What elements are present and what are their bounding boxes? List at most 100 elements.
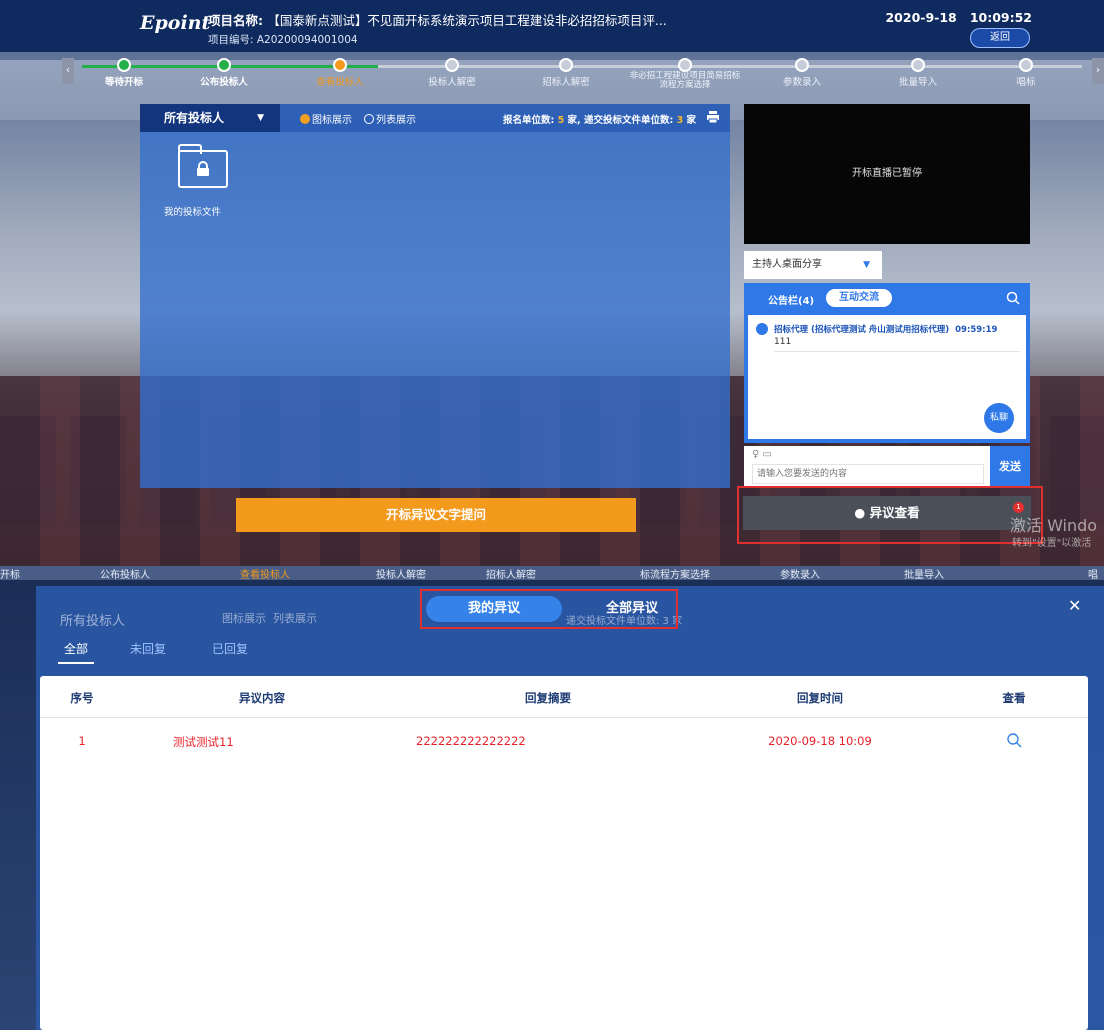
step-label: 公布投标人 [200, 77, 248, 88]
share-select[interactable]: 主持人桌面分享 ▼ [744, 251, 882, 279]
windows-activation-hint: 转到"设置"以激活 [1012, 538, 1092, 549]
project-name-label: 项目名称: [208, 13, 263, 28]
clock-time: 10:09:52 [969, 10, 1032, 25]
strip-label: 参数录入 [780, 570, 820, 581]
bid-file-label[interactable]: 我的投标文件 [164, 204, 221, 218]
bidder-toolbar: 所有投标人 ▼ 图标展示 列表展示 报名单位数: 5 家, 递交投标文件单位数:… [140, 104, 730, 132]
step-0[interactable]: 等待开标 [74, 56, 174, 88]
chat-input-area: ♀ ▭ [744, 446, 990, 488]
print-icon[interactable] [706, 110, 720, 124]
view-list-label: 列表展示 [376, 115, 416, 126]
message-divider [774, 351, 1020, 352]
input-tools: ♀ ▭ [752, 449, 772, 460]
bg-view-options: 图标展示 列表展示 [222, 610, 317, 626]
objection-question-button[interactable]: 开标异议文字提问 [236, 498, 636, 532]
toggle-my-objections[interactable]: 我的异议 [426, 596, 562, 622]
step-6[interactable]: 参数录入 [752, 56, 852, 88]
mic-icon[interactable]: ♀ [752, 449, 759, 460]
cell-reply-time: 2020-09-18 10:09 [768, 734, 872, 748]
count-mid: 家, 递交投标文件单位数: [564, 115, 677, 126]
col-header: 回复摘要 [525, 691, 571, 705]
bg-bidder-select: 所有投标人 [60, 614, 126, 629]
step-7[interactable]: 批量导入 [868, 56, 968, 88]
bidder-select-value: 所有投标人 [164, 111, 225, 125]
live-status-text: 开标直播已暂停 [852, 168, 922, 179]
step-3[interactable]: 投标人解密 [402, 56, 502, 88]
strip-label: 公布投标人 [100, 570, 150, 581]
step-5[interactable]: 非必招工程建设项目简易招标流程方案选择 [626, 56, 744, 90]
bidder-select[interactable]: 所有投标人 ▼ [140, 104, 280, 132]
col-header: 回复时间 [797, 691, 843, 705]
col-header: 序号 [70, 691, 94, 705]
folder-icon[interactable]: ▭ [763, 449, 772, 460]
message-sender: 招标代理 (招标代理测试 舟山测试用招标代理) [774, 325, 950, 335]
close-icon[interactable]: ✕ [1068, 596, 1081, 615]
radio-checked-icon [300, 114, 310, 124]
view-mode-list-option[interactable]: 列表展示 [364, 111, 416, 126]
cell-no: 1 [78, 734, 86, 748]
step-label: 参数录入 [782, 77, 821, 88]
bidder-counts: 报名单位数: 5 家, 递交投标文件单位数: 3 家 [503, 112, 696, 126]
chat-panel: 公告栏(4) 互动交流 招标代理 (招标代理测试 舟山测试用招标代理) 09:5… [744, 283, 1030, 443]
toggle-all-objections[interactable]: 全部异议 [592, 596, 672, 622]
count-suffix: 家 [683, 115, 696, 126]
tab-replied[interactable]: 已回复 [212, 640, 248, 657]
chat-messages: 招标代理 (招标代理测试 舟山测试用招标代理) 09:59:19 111 私聊 [748, 315, 1026, 439]
view-icon-label: 图标展示 [312, 115, 352, 126]
caret-down-icon: ▼ [863, 260, 870, 270]
step-label: 招标人解密 [542, 77, 590, 88]
view-objection-button[interactable]: ● 异议查看 [743, 496, 1031, 530]
bg-view-icon-label: 图标展示 [222, 612, 266, 625]
step-dot-icon [795, 58, 809, 72]
send-button[interactable]: 发送 [990, 446, 1030, 488]
step-label: 投标人解密 [428, 77, 476, 88]
project-name: 项目名称: 【国泰新点测试】不见面开标系统演示项目工程建设非必招招标项目评... [208, 10, 667, 29]
strip-label: 投标人解密 [376, 570, 426, 581]
step-dot-icon [1019, 58, 1033, 72]
view-mode-icon-option[interactable]: 图标展示 [300, 111, 352, 126]
process-steps: ‹ 等待开标 公布投标人 查看投标人 投标人解密 招标人解密 非必招工程建设项目… [62, 56, 1104, 92]
strip-label: 唱 [1088, 570, 1098, 581]
step-2[interactable]: 查看投标人 [290, 56, 390, 88]
step-1[interactable]: 公布投标人 [174, 56, 274, 88]
step-label: 非必招工程建设项目简易招标流程方案选择 [629, 71, 741, 90]
back-button[interactable]: 返回 [970, 28, 1030, 48]
radio-unchecked-icon [364, 114, 374, 124]
message-header: 招标代理 (招标代理测试 舟山测试用招标代理) 09:59:19 [774, 323, 997, 335]
strip-label: 批量导入 [904, 570, 944, 581]
lock-icon [197, 161, 209, 176]
step-label: 等待开标 [104, 77, 143, 88]
objection-table: 序号 异议内容 回复摘要 回复时间 查看 1 测试测试11 2222222222… [40, 676, 1088, 1030]
private-chat-button[interactable]: 私聊 [984, 403, 1014, 433]
count-prefix: 报名单位数: [502, 115, 558, 126]
chat-tabs: 公告栏(4) 互动交流 [744, 283, 1030, 313]
table-header: 序号 异议内容 回复摘要 回复时间 查看 [40, 676, 1088, 718]
clock-date: 2020-9-18 [885, 10, 957, 25]
step-dot-icon [911, 58, 925, 72]
tab-unreplied[interactable]: 未回复 [130, 640, 166, 657]
top-header: Epoint 项目名称: 【国泰新点测试】不见面开标系统演示项目工程建设非必招招… [0, 0, 1104, 52]
windows-activation-watermark: 激活 Windo [1010, 516, 1098, 535]
step-8[interactable]: 唱标 [976, 56, 1076, 88]
col-header: 异议内容 [239, 691, 285, 705]
bid-file-folder-icon[interactable] [178, 144, 228, 188]
step-4[interactable]: 招标人解密 [516, 56, 616, 88]
tab-all[interactable]: 全部 [57, 640, 95, 664]
bg-view-list-label: 列表展示 [273, 612, 317, 625]
clock: 2020-9-18 10:09:52 [885, 10, 1032, 25]
tab-exchange[interactable]: 互动交流 [826, 289, 892, 307]
step-label: 查看投标人 [316, 77, 364, 88]
search-icon[interactable] [1006, 291, 1020, 305]
chat-input[interactable] [752, 464, 984, 484]
tab-notice[interactable]: 公告栏(4) [768, 292, 814, 307]
view-objection-label: 异议查看 [869, 505, 920, 520]
steps-next-arrow[interactable]: › [1092, 58, 1104, 84]
project-number: 项目编号: A20200094001004 [208, 34, 358, 46]
steps-prev-arrow[interactable]: ‹ [62, 58, 74, 84]
strip-label: 查看投标人 [240, 570, 290, 581]
user-icon [756, 323, 768, 335]
step-dot-icon [678, 58, 692, 72]
step-check-icon [217, 58, 231, 72]
cell-summary: 222222222222222 [416, 734, 526, 748]
search-icon[interactable] [1006, 732, 1022, 748]
